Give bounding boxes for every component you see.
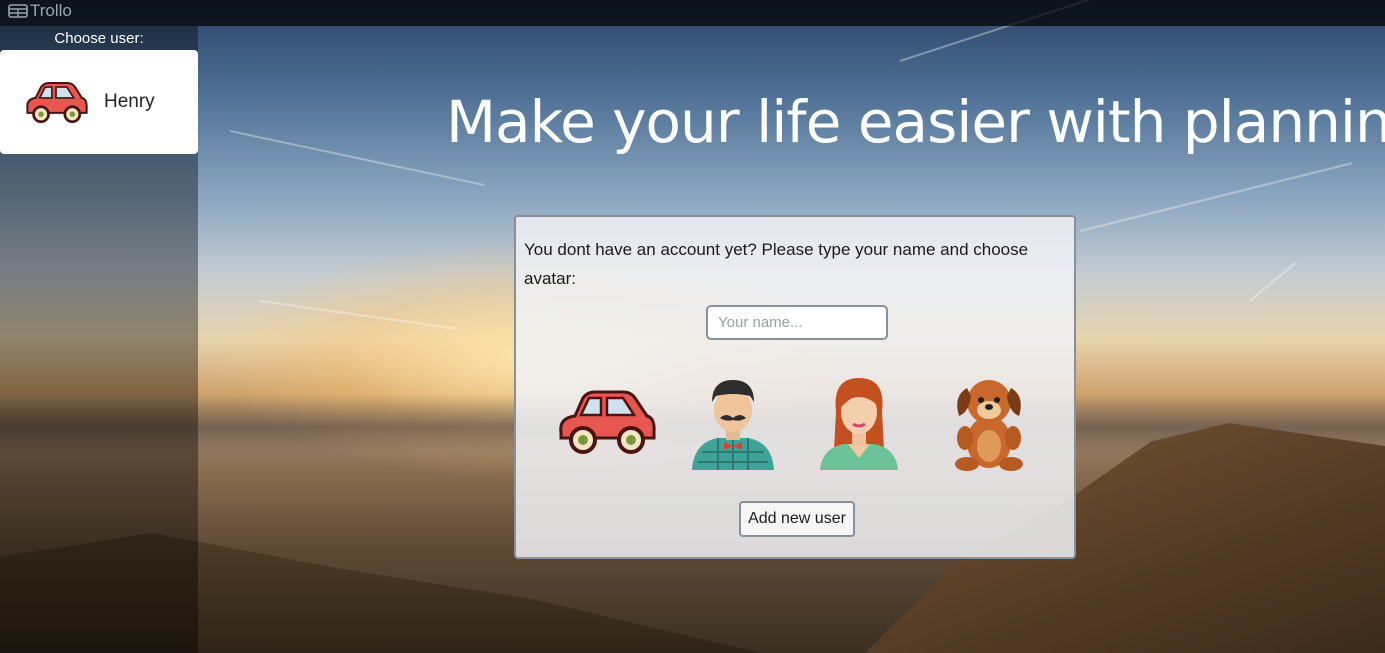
avatar-option-puppy[interactable]: [934, 367, 1044, 477]
car-icon: [26, 81, 88, 124]
top-bar: Trollo: [0, 0, 1385, 26]
sidebar: Choose user: Henry: [0, 26, 198, 653]
signup-prompt: You dont have an account yet? Please typ…: [524, 240, 1029, 288]
sky-streak: [1249, 261, 1297, 302]
woman-icon: [820, 378, 898, 470]
hero-headline: Make your life easier with planning: [446, 88, 1385, 156]
mustache-man-icon: [692, 380, 774, 470]
avatar-option-man[interactable]: [678, 367, 788, 477]
car-icon: [559, 390, 656, 454]
sky-streak: [1079, 162, 1352, 232]
avatar-option-car[interactable]: [552, 367, 662, 477]
app-title: Trollo: [30, 1, 72, 20]
add-new-user-button[interactable]: Add new user: [739, 501, 855, 537]
app-screen: Trollo Choose user: Henry Make your life…: [0, 0, 1385, 653]
sidebar-title: Choose user:: [54, 30, 144, 47]
signup-panel: You dont have an account yet? Please typ…: [514, 215, 1076, 559]
name-input[interactable]: [706, 305, 888, 340]
table-icon: [8, 4, 28, 18]
user-name: Henry: [104, 91, 155, 112]
user-card-henry[interactable]: Henry: [0, 50, 198, 154]
sky-streak: [259, 300, 459, 330]
brand[interactable]: Trollo: [8, 1, 72, 21]
avatar-option-woman[interactable]: [804, 367, 914, 477]
puppy-icon: [955, 380, 1023, 471]
